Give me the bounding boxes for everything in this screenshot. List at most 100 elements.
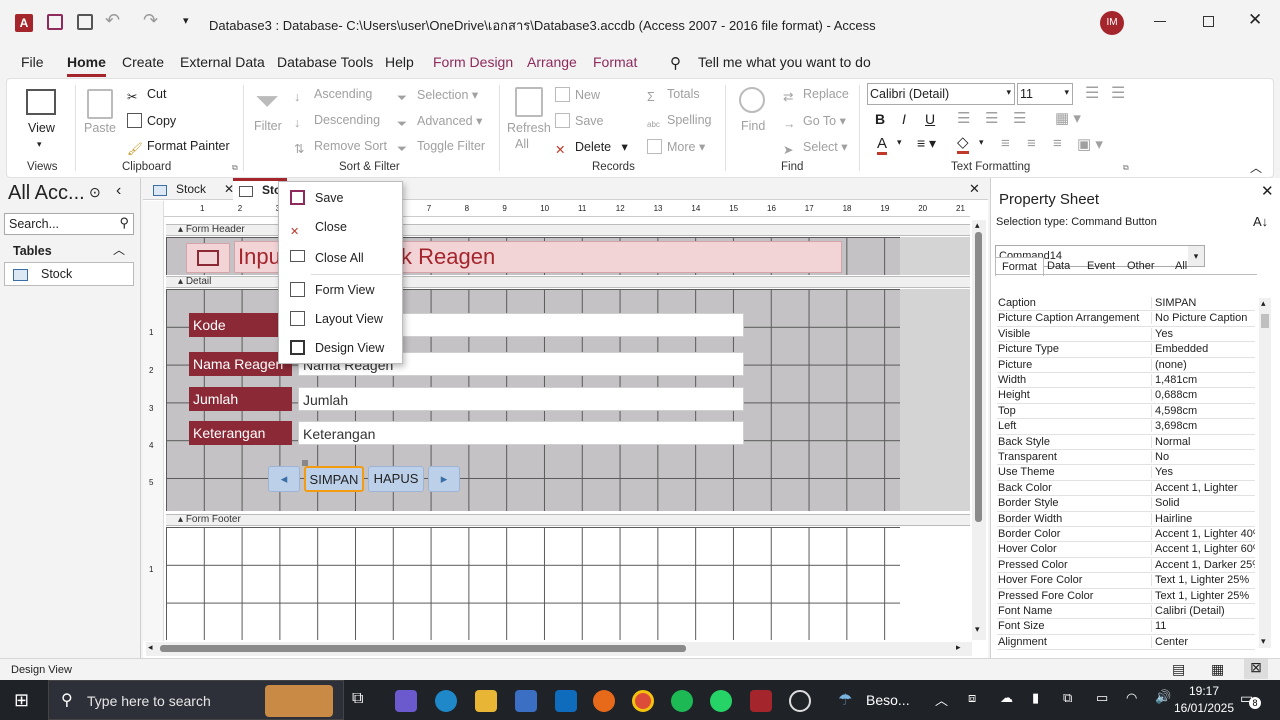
property-row[interactable]: Visible Yes <box>997 327 1255 343</box>
property-value[interactable]: 1,481cm <box>1151 374 1255 386</box>
underline-icon[interactable]: U <box>925 111 935 127</box>
scroll-right-icon[interactable]: ▸ <box>956 642 961 653</box>
ps-scrollbar-thumb[interactable] <box>1261 314 1269 328</box>
property-row[interactable]: Hover Fore Color Text 1, Lighter 25% <box>997 573 1255 589</box>
property-row[interactable]: Height 0,688cm <box>997 388 1255 404</box>
property-row[interactable]: Left 3,698cm <box>997 419 1255 435</box>
align-left2-icon[interactable]: ≡ <box>1001 135 1010 152</box>
vertical-scrollbar[interactable]: ▴ ▾ <box>972 220 986 640</box>
clock-date[interactable]: 16/01/2025 <box>1168 701 1240 715</box>
dialog-launcher-icon[interactable]: ⧉ <box>1123 163 1129 173</box>
whatsapp-icon[interactable] <box>710 690 732 712</box>
tab-help[interactable]: Help <box>385 54 414 70</box>
property-value[interactable]: Yes <box>1151 327 1255 340</box>
fill-color-icon[interactable]: ◇ <box>957 133 969 154</box>
refresh-icon[interactable] <box>515 87 543 117</box>
property-row[interactable]: Hover Color Accent 1, Lighter 60% <box>997 542 1255 558</box>
clock-time[interactable]: 19:17 <box>1174 684 1234 698</box>
advanced-button[interactable]: ⏷ Advanced ▾ <box>397 113 482 132</box>
sort-az-icon[interactable]: A↓ <box>1253 214 1268 229</box>
bold-icon[interactable]: B <box>875 111 885 127</box>
horizontal-scrollbar[interactable]: ◂ ▸ <box>146 642 972 656</box>
file-explorer-icon[interactable] <box>475 690 497 712</box>
select-button[interactable]: ➤ Select ▾ <box>783 139 848 157</box>
toggle-filter-button[interactable]: ⏷ Toggle Filter <box>397 139 485 157</box>
windows-start-icon[interactable]: ⊞ <box>14 690 29 711</box>
nav-title[interactable]: All Acc... <box>8 182 85 205</box>
task-view-icon[interactable]: ⧉ <box>352 690 363 708</box>
menu-item-close-all[interactable]: Close All <box>279 245 402 271</box>
tab-format[interactable]: Format <box>593 54 637 70</box>
property-row[interactable]: Picture (none) <box>997 358 1255 373</box>
property-row[interactable]: Back Style Normal <box>997 435 1255 450</box>
paste-button[interactable]: Paste <box>84 121 116 135</box>
remove-sort-button[interactable]: ⇅ Remove Sort <box>294 139 387 156</box>
descending-button[interactable]: ↓ Descending <box>294 113 380 131</box>
ps-scrollbar[interactable]: ▴ ▾ <box>1259 298 1271 648</box>
vertical-scrollbar-thumb[interactable] <box>975 232 982 522</box>
property-row[interactable]: Picture Type Embedded <box>997 342 1255 358</box>
filter-button[interactable]: Filter <box>254 119 282 133</box>
gridlines-icon[interactable]: ▦ ▾ <box>1055 109 1081 127</box>
ps-tab-event[interactable]: Event <box>1081 257 1121 275</box>
nav-item-stock[interactable]: Stock <box>4 262 134 286</box>
chevron-down-icon[interactable]: ▾ <box>979 137 984 148</box>
copy-button[interactable]: Copy <box>127 113 176 128</box>
italic-icon[interactable]: I <box>902 111 906 127</box>
collapse-ribbon-icon[interactable]: ︿ <box>1250 159 1262 176</box>
copilot-icon[interactable] <box>395 690 417 712</box>
property-value[interactable]: Yes <box>1151 466 1255 479</box>
scroll-up-icon[interactable]: ▴ <box>975 220 980 231</box>
ps-tab-other[interactable]: Other <box>1121 257 1161 275</box>
quick-access-dropdown-icon[interactable]: ▾ <box>183 14 189 27</box>
selection-button[interactable]: ⏷ Selection ▾ <box>397 87 478 106</box>
property-value[interactable]: 4,598cm <box>1151 404 1255 417</box>
ps-tab-data[interactable]: Data <box>1041 257 1076 275</box>
menu-item-close[interactable]: ✕ Close <box>279 214 402 240</box>
property-row[interactable]: Border Color Accent 1, Lighter 40% <box>997 527 1255 543</box>
firefox-icon[interactable] <box>593 690 615 712</box>
property-value[interactable]: Embedded <box>1151 343 1255 356</box>
cut-button[interactable]: ✂ Cut <box>127 87 166 104</box>
horizontal-scrollbar-thumb[interactable] <box>160 645 686 652</box>
totals-button[interactable]: Σ Totals <box>647 87 700 105</box>
nav-options-icon[interactable]: ⊙ <box>89 184 101 201</box>
redo-icon[interactable]: ↷ <box>143 10 158 31</box>
property-value[interactable]: Accent 1, Darker 25% <box>1151 558 1255 571</box>
property-row[interactable]: Border Style Solid <box>997 496 1255 512</box>
design-view-status-icon[interactable]: ⊠ <box>1244 659 1268 679</box>
align-right-icon[interactable]: ≡ <box>1053 135 1062 152</box>
property-value[interactable]: Accent 1, Lighter <box>1151 481 1255 494</box>
battery-icon[interactable]: ▭ <box>1096 690 1108 706</box>
chevron-down-icon[interactable]: ▾ <box>897 137 902 148</box>
weather-icon[interactable]: ☂ <box>838 690 852 710</box>
onedrive-icon[interactable]: ☁ <box>1000 690 1013 706</box>
nav-search-input[interactable]: Search... ⚲ <box>4 213 134 235</box>
menu-item-save[interactable]: Save <box>279 185 402 211</box>
new-record-button[interactable]: New <box>555 87 600 102</box>
property-value[interactable]: Normal <box>1151 435 1255 448</box>
ltr-icon[interactable]: ☰ <box>1013 109 1026 127</box>
close-window-button[interactable]: ✕ <box>1248 10 1262 30</box>
tab-home[interactable]: Home <box>67 54 106 77</box>
property-value[interactable]: No <box>1151 451 1255 463</box>
clipboard-launcher-icon[interactable]: ⧉ <box>232 163 238 173</box>
spelling-button[interactable]: abc Spelling <box>647 113 711 135</box>
scroll-left-icon[interactable]: ◂ <box>148 642 153 653</box>
property-value[interactable]: Hairline <box>1151 512 1255 525</box>
wifi-icon[interactable]: ◠ <box>1126 690 1137 706</box>
property-value[interactable]: 3,698cm <box>1151 420 1255 433</box>
goto-button[interactable]: → Go To ▾ <box>783 113 846 132</box>
tab-create[interactable]: Create <box>122 54 164 70</box>
tell-me-input[interactable]: Tell me what you want to do <box>698 54 871 70</box>
weather-text[interactable]: Beso... <box>866 692 910 708</box>
microphone-icon[interactable]: ▮ <box>1032 690 1039 706</box>
store-icon[interactable] <box>515 690 537 712</box>
property-value[interactable]: SIMPAN <box>1151 297 1255 309</box>
outlook-icon[interactable] <box>555 690 577 712</box>
property-row[interactable]: Caption SIMPAN <box>997 296 1255 312</box>
property-row[interactable]: Use Theme Yes <box>997 465 1255 481</box>
menu-item-form-view[interactable]: Form View <box>279 277 402 303</box>
edge-icon[interactable] <box>435 690 457 712</box>
property-value[interactable]: Calibri (Detail) <box>1151 605 1255 617</box>
